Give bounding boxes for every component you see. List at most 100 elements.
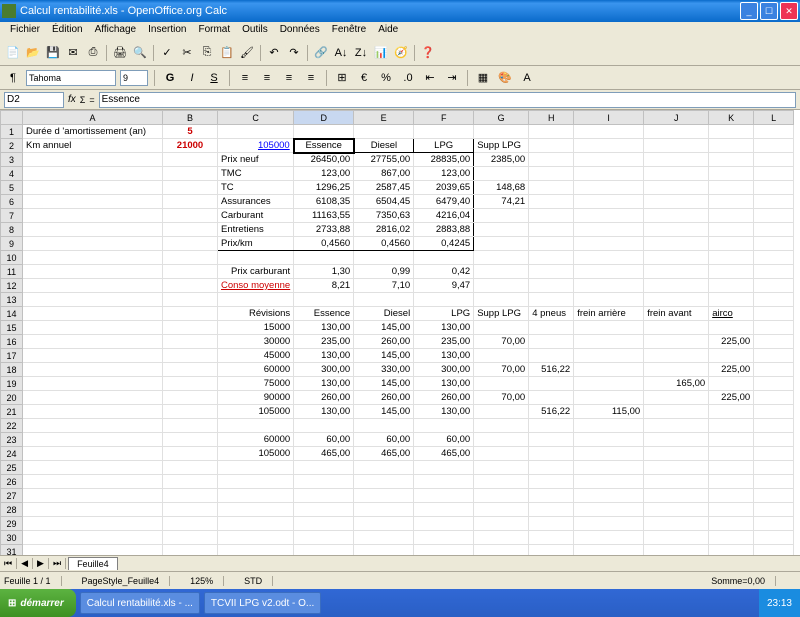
- column-headers[interactable]: ABCDEFGHIJKL: [1, 111, 794, 125]
- tab-last-icon[interactable]: ⏭: [49, 558, 66, 569]
- italic-button[interactable]: I: [183, 69, 201, 87]
- row-6: 6Assurances6108,356504,456479,4074,21: [1, 195, 794, 209]
- row-7: 7Carburant11163,557350,634216,04: [1, 209, 794, 223]
- indent-inc-icon[interactable]: ⇥: [443, 69, 461, 87]
- row-10: 10: [1, 251, 794, 265]
- menu-fichier[interactable]: Fichier: [4, 22, 46, 40]
- styles-icon[interactable]: ¶: [4, 69, 22, 87]
- table-row: 21105000130,00145,00130,00516,22115,00: [1, 405, 794, 419]
- row-3: 3Prix neuf26450,0027755,0028835,002385,0…: [1, 153, 794, 167]
- paste-icon[interactable]: 📋: [218, 44, 236, 62]
- menu-donnees[interactable]: Données: [274, 22, 326, 40]
- sum-display: Somme=0,00: [711, 576, 776, 586]
- font-name-input[interactable]: [26, 70, 116, 86]
- sum-icon[interactable]: Σ: [80, 95, 86, 105]
- table-row: 2090000260,00260,00260,0070,00225,00: [1, 391, 794, 405]
- print-icon[interactable]: 🖨: [111, 44, 129, 62]
- formula-input[interactable]: [99, 92, 796, 108]
- align-right-icon[interactable]: ≡: [280, 69, 298, 87]
- minimize-button[interactable]: _: [740, 2, 758, 20]
- app-icon: [2, 4, 16, 18]
- sheet-tab[interactable]: Feuille4: [68, 557, 118, 570]
- align-left-icon[interactable]: ≡: [236, 69, 254, 87]
- cut-icon[interactable]: ✂: [178, 44, 196, 62]
- decimal-add-icon[interactable]: .0: [399, 69, 417, 87]
- redo-icon[interactable]: ↷: [285, 44, 303, 62]
- table-row: 236000060,0060,0060,00: [1, 433, 794, 447]
- row-2: 2Km annuel21000105000EssenceDieselLPGSup…: [1, 139, 794, 153]
- menu-edition[interactable]: Édition: [46, 22, 89, 40]
- spreadsheet-grid[interactable]: ABCDEFGHIJKL 1Durée d 'amortissement (an…: [0, 110, 800, 555]
- equals-icon[interactable]: =: [89, 95, 94, 105]
- insert-mode: STD: [244, 576, 273, 586]
- sheet-position: Feuille 1 / 1: [4, 576, 62, 586]
- link-icon[interactable]: 🔗: [312, 44, 330, 62]
- menu-insertion[interactable]: Insertion: [142, 22, 192, 40]
- open-icon[interactable]: 📂: [24, 44, 42, 62]
- border-icon[interactable]: ▦: [474, 69, 492, 87]
- system-clock[interactable]: 23:13: [759, 589, 800, 617]
- row-11: 11Prix carburant1,300,990,42: [1, 265, 794, 279]
- justify-icon[interactable]: ≡: [302, 69, 320, 87]
- menu-aide[interactable]: Aide: [372, 22, 404, 40]
- chart-icon[interactable]: 📊: [372, 44, 390, 62]
- spellcheck-icon[interactable]: ✓: [158, 44, 176, 62]
- bgcolor-icon[interactable]: 🎨: [496, 69, 514, 87]
- tab-next-icon[interactable]: ▶: [33, 558, 49, 569]
- align-center-icon[interactable]: ≡: [258, 69, 276, 87]
- tab-first-icon[interactable]: ⏮: [0, 558, 17, 569]
- row-13: 13: [1, 293, 794, 307]
- row-4: 4TMC123,00867,00123,00: [1, 167, 794, 181]
- windows-taskbar: démarrer Calcul rentabilité.xls - ... TC…: [0, 589, 800, 617]
- indent-dec-icon[interactable]: ⇤: [421, 69, 439, 87]
- sort-asc-icon[interactable]: A↓: [332, 44, 350, 62]
- maximize-button[interactable]: ☐: [760, 2, 778, 20]
- row-12: 12Conso moyenne8,217,109,47: [1, 279, 794, 293]
- sort-desc-icon[interactable]: Z↓: [352, 44, 370, 62]
- formula-bar: fx Σ =: [0, 90, 800, 110]
- preview-icon[interactable]: 🔍: [131, 44, 149, 62]
- menu-fenetre[interactable]: Fenêtre: [326, 22, 372, 40]
- table-row: 24105000465,00465,00465,00: [1, 447, 794, 461]
- format-paint-icon[interactable]: 🖌: [238, 44, 256, 62]
- font-size-input[interactable]: [120, 70, 148, 86]
- merge-icon[interactable]: ⊞: [333, 69, 351, 87]
- row-22: 22: [1, 419, 794, 433]
- new-icon[interactable]: 📄: [4, 44, 22, 62]
- taskbar-app-2[interactable]: TCVII LPG v2.odt - O...: [204, 592, 321, 614]
- taskbar-app-1[interactable]: Calcul rentabilité.xls - ...: [80, 592, 200, 614]
- cell-reference[interactable]: [4, 92, 64, 108]
- fontcolor-icon[interactable]: A: [518, 69, 536, 87]
- page-style: PageStyle_Feuille4: [82, 576, 171, 586]
- standard-toolbar: 📄 📂 💾 ✉ ⎙ 🖨 🔍 ✓ ✂ ⎘ 📋 🖌 ↶ ↷ 🔗 A↓ Z↓ 📊 🧭 …: [0, 40, 800, 66]
- save-icon[interactable]: 💾: [44, 44, 62, 62]
- menu-outils[interactable]: Outils: [236, 22, 274, 40]
- percent-icon[interactable]: %: [377, 69, 395, 87]
- window-title: Calcul rentabilité.xls - OpenOffice.org …: [20, 5, 740, 17]
- table-row: 1745000130,00145,00130,00: [1, 349, 794, 363]
- start-button[interactable]: démarrer: [0, 589, 76, 617]
- fx-label: fx: [68, 94, 76, 105]
- zoom-level[interactable]: 125%: [190, 576, 224, 586]
- navigator-icon[interactable]: 🧭: [392, 44, 410, 62]
- close-button[interactable]: ✕: [780, 2, 798, 20]
- menu-affichage[interactable]: Affichage: [89, 22, 143, 40]
- currency-icon[interactable]: €: [355, 69, 373, 87]
- table-row: 1515000130,00145,00130,00: [1, 321, 794, 335]
- row-14: 14RévisionsEssenceDieselLPGSupp LPG4 pne…: [1, 307, 794, 321]
- tab-prev-icon[interactable]: ◀: [17, 558, 33, 569]
- mail-icon[interactable]: ✉: [64, 44, 82, 62]
- sheet-tabs: ⏮ ◀ ▶ ⏭ Feuille4: [0, 555, 800, 571]
- status-bar: Feuille 1 / 1 PageStyle_Feuille4 125% ST…: [0, 571, 800, 589]
- row-5: 5TC1296,252587,452039,65148,68: [1, 181, 794, 195]
- undo-icon[interactable]: ↶: [265, 44, 283, 62]
- underline-button[interactable]: S: [205, 69, 223, 87]
- row-9: 9Prix/km0,45600,45600,4245: [1, 237, 794, 251]
- bold-button[interactable]: G: [161, 69, 179, 87]
- help-icon[interactable]: ❓: [419, 44, 437, 62]
- table-row: 1860000300,00330,00300,0070,00516,22225,…: [1, 363, 794, 377]
- row-1: 1Durée d 'amortissement (an)5: [1, 125, 794, 139]
- pdf-icon[interactable]: ⎙: [84, 44, 102, 62]
- menu-format[interactable]: Format: [192, 22, 236, 40]
- copy-icon[interactable]: ⎘: [198, 44, 216, 62]
